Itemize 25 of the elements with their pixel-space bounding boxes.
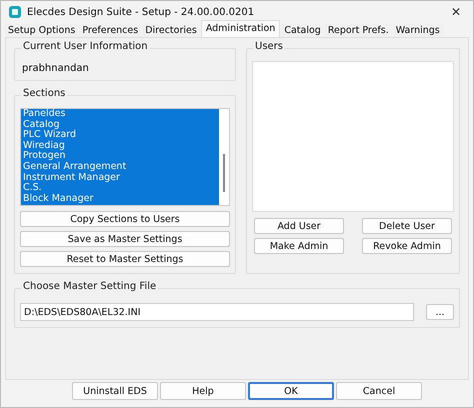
action-button[interactable]: Save as Master Settings bbox=[20, 231, 230, 247]
browse-button[interactable]: ... bbox=[426, 304, 454, 320]
dialog-button[interactable]: Uninstall EDS bbox=[72, 382, 158, 400]
close-button[interactable]: ✕ bbox=[446, 5, 465, 19]
action-button[interactable]: Add User bbox=[254, 218, 344, 234]
dialog-button[interactable]: OK bbox=[248, 382, 334, 400]
dialog-button[interactable]: Help bbox=[160, 382, 246, 400]
group-title: Sections bbox=[21, 88, 68, 99]
app-icon bbox=[9, 6, 21, 18]
action-button[interactable]: Make Admin bbox=[254, 238, 344, 254]
scrollbar-thumb[interactable] bbox=[223, 154, 225, 192]
users-list[interactable] bbox=[252, 61, 454, 212]
user-name: prabhnandan bbox=[21, 62, 90, 74]
group-title: Choose Master Setting File bbox=[21, 281, 158, 292]
sections-list[interactable]: Paneldes Catalog PLC Wizard Wirediag Protogen General Arrangement Instrument Manager C.S. Block Manager bbox=[20, 108, 230, 206]
action-button[interactable]: Reset to Master Settings bbox=[20, 251, 230, 267]
group-title: Users bbox=[253, 41, 286, 52]
dialog-button[interactable]: Cancel bbox=[336, 382, 422, 400]
action-button[interactable]: Revoke Admin bbox=[362, 238, 452, 254]
group-title: Current User Information bbox=[21, 41, 150, 52]
action-button[interactable]: Copy Sections to Users bbox=[20, 211, 230, 227]
action-button[interactable]: Delete User bbox=[362, 218, 452, 234]
tab[interactable]: Administration bbox=[200, 20, 280, 37]
window-title: Elecdes Design Suite - Setup - 24.00.00.0201 bbox=[27, 6, 256, 18]
file-path-field[interactable]: D:\EDS\EDS80A\EL32.INI bbox=[20, 303, 414, 321]
